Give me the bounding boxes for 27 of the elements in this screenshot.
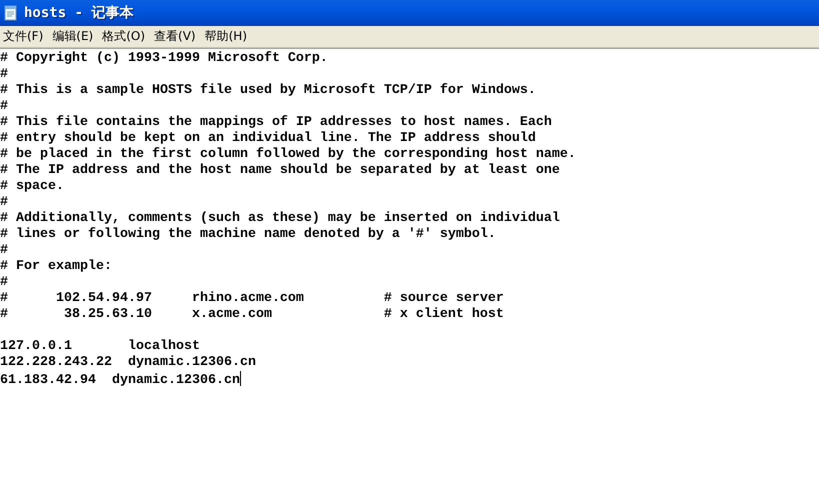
text-line: 127.0.0.1 localhost — [0, 339, 200, 355]
text-line: # 38.25.63.10 x.acme.com # x client host — [0, 307, 504, 323]
text-line: # Copyright (c) 1993-1999 Microsoft Corp. — [0, 51, 328, 67]
text-line: # This file contains the mappings of IP addresses to host names. Each — [0, 115, 552, 131]
notepad-icon — [3, 5, 19, 21]
text-line: # For example: — [0, 259, 112, 275]
menu-item[interactable]: 编辑(E) — [51, 28, 102, 45]
text-line: # This is a sample HOSTS file used by Microsoft TCP/IP for Windows. — [0, 83, 536, 99]
text-line: # space. — [0, 179, 64, 195]
text-line: # — [0, 275, 8, 291]
menu-item[interactable]: 查看(V) — [153, 28, 204, 45]
text-line: # entry should be kept on an individual line. The IP address should — [0, 131, 536, 147]
menu-item[interactable]: 格式(O) — [101, 28, 154, 45]
menu-item[interactable]: 文件(F) — [2, 28, 52, 45]
text-line: # — [0, 99, 8, 115]
text-line: # Additionally, comments (such as these) may be inserted on individual — [0, 211, 560, 227]
window-title: hosts - 记事本 — [24, 4, 134, 22]
text-line: # — [0, 195, 8, 211]
text-line: # be placed in the first column followed by the corresponding host name. — [0, 147, 576, 163]
text-line: # lines or following the machine name denoted by a '#' symbol. — [0, 227, 496, 243]
text-line: # 102.54.94.97 rhino.acme.com # source server — [0, 291, 504, 307]
text-line: # — [0, 67, 8, 83]
text-line: 122.228.243.22 dynamic.12306.cn — [0, 355, 256, 371]
text-line: # The IP address and the host name should be separated by at least one — [0, 163, 560, 179]
text-line: # — [0, 243, 8, 259]
menu-item[interactable]: 帮助(H) — [204, 28, 255, 45]
text-line: 61.183.42.94 dynamic.12306.cn — [0, 371, 241, 387]
